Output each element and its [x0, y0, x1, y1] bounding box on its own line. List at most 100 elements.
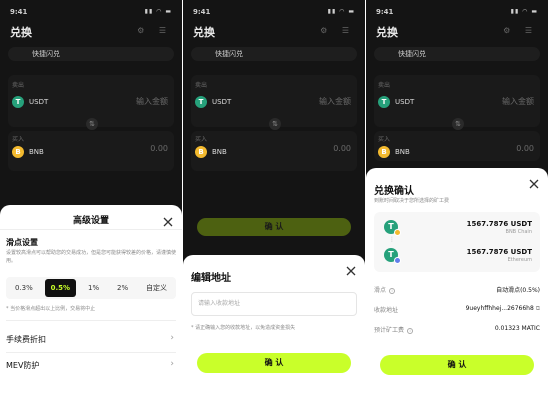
screen-advanced-settings: 9:41 ▮▮ ◠ ▬ 兑换 ⚙ ☰ 快捷闪兑 卖出 T USDT 输入金额 ⇅ … [0, 0, 182, 399]
sell-amount-input[interactable]: 输入金额 [502, 96, 534, 107]
header-icons: ⚙ ☰ [137, 26, 172, 35]
background-confirm-button[interactable]: 确 认 [197, 218, 351, 236]
row-value: 自动滑点(0.5%) [496, 287, 540, 294]
tab-label: 快捷闪兑 [215, 50, 243, 58]
confirm-button[interactable]: 确 认 [197, 353, 351, 373]
advanced-settings-sheet: 高级设置 滑点设置 设置较高滑点可以帮助您的交易成功，但是您可能获得较差的价格，… [0, 205, 182, 399]
sell-amount-input[interactable]: 输入金额 [136, 96, 168, 107]
arrow-down-icon: ⋮ [389, 236, 395, 243]
menu-label: MEV防护 [6, 361, 40, 370]
usdt-icon: T [195, 96, 207, 108]
screen-edit-address: 9:41 ▮▮ ◠ ▬ 兑换 ⚙ ☰ 快捷闪兑 卖出 T USDT 输入金额 ⇅ … [183, 0, 365, 399]
slippage-option-custom[interactable]: 自定义 [140, 279, 173, 297]
slippage-option-0-3[interactable]: 0.3% [9, 279, 39, 297]
buy-token-symbol: BNB [29, 148, 44, 156]
slippage-option-2[interactable]: 2% [111, 279, 134, 297]
row-value: 0.01323 MATIC [494, 325, 540, 332]
menu-mev-protection[interactable]: MEV防护 › [6, 357, 176, 373]
sell-token[interactable]: T USDT [12, 96, 48, 108]
address-input[interactable]: 请输入收款地址 [191, 292, 357, 316]
sell-label: 卖出 [195, 82, 208, 89]
row-key: 预计矿工费 [374, 327, 405, 334]
address-note: * 请正确输入您的收款地址，以免造成资金损失 [191, 325, 296, 331]
sell-amount-input[interactable]: 输入金额 [319, 96, 351, 107]
divider [0, 229, 182, 230]
divider [6, 320, 176, 321]
row-key: 收款地址 [374, 307, 399, 314]
slippage-title: 滑点设置 [6, 238, 38, 247]
header-icons: ⚙ ☰ [503, 26, 538, 35]
chevron-right-icon: › [170, 359, 174, 369]
to-amount-block: 1567.7876 USDT Ethereum [467, 248, 532, 263]
buy-token[interactable]: B BNB [12, 146, 44, 158]
status-icons: ▮▮ ◠ ▬ [144, 8, 172, 15]
sheet-title: 兑换确认 [374, 186, 414, 197]
sheet-title: 编辑地址 [191, 273, 231, 284]
info-icon[interactable]: i [389, 287, 396, 294]
from-amount-block: 1567.7876 USDT BNB Chain [467, 220, 532, 235]
buy-token-symbol: BNB [395, 148, 410, 156]
usdt-icon: T [12, 96, 24, 108]
row-miner-fee: 预计矿工费 i 0.01323 MATIC [374, 325, 540, 335]
close-icon[interactable] [162, 213, 174, 227]
status-time: 9:41 [193, 8, 211, 16]
bnb-icon: B [378, 146, 390, 158]
buy-token-symbol: BNB [212, 148, 227, 156]
status-bar: 9:41 ▮▮ ◠ ▬ [193, 8, 355, 18]
from-chain: BNB Chain [505, 229, 532, 235]
menu-fee-discount[interactable]: 手续费折扣 › [6, 331, 176, 347]
menu-label: 手续费折扣 [6, 335, 46, 344]
tab-label: 快捷闪兑 [32, 50, 60, 58]
buy-label: 买入 [12, 136, 25, 143]
page-title: 兑换 [376, 26, 398, 39]
sell-token-symbol: USDT [212, 98, 232, 106]
close-icon[interactable] [528, 175, 540, 189]
divider [6, 352, 176, 353]
usdt-icon: T [384, 248, 401, 264]
slippage-options: 0.3% 0.5% 1% 2% 自定义 [6, 277, 176, 299]
info-icon[interactable]: i [407, 327, 414, 334]
swap-confirm-sheet: 兑换确认 到账时间取决于您所选择的矿工费 T 1567.7876 USDT BN… [366, 168, 548, 399]
status-icons: ▮▮ ◠ ▬ [510, 8, 538, 15]
row-receive-address: 收款地址 9ueyhffhhej...26766h8 ⧉ [374, 305, 540, 315]
close-icon[interactable] [345, 262, 357, 276]
status-time: 9:41 [376, 8, 394, 16]
sell-token[interactable]: T USDT [378, 96, 414, 108]
to-amount: 1567.7876 USDT [466, 248, 532, 256]
sell-token[interactable]: T USDT [195, 96, 231, 108]
chevron-right-icon: › [170, 333, 174, 343]
status-time: 9:41 [10, 8, 28, 16]
row-value: 9ueyhffhhej...26766h8 [465, 305, 534, 312]
sell-label: 卖出 [12, 82, 25, 89]
sell-token-symbol: USDT [29, 98, 49, 106]
slippage-description: 设置较高滑点可以帮助您的交易成功，但是您可能获得较差的价格，请谨慎使用。 [6, 250, 177, 264]
page-title: 兑换 [10, 26, 32, 39]
swap-direction-icon[interactable]: ⇅ [452, 118, 464, 130]
buy-label: 买入 [378, 136, 391, 143]
sheet-subtitle: 到账时间取决于您所选择的矿工费 [374, 198, 450, 204]
status-bar: 9:41 ▮▮ ◠ ▬ [376, 8, 538, 18]
buy-token[interactable]: B BNB [378, 146, 410, 158]
swap-direction-icon[interactable]: ⇅ [86, 118, 98, 130]
page-title: 兑换 [193, 26, 215, 39]
swap-summary: T 1567.7876 USDT BNB Chain ⋮ T 1567.7876… [374, 212, 540, 272]
buy-amount: 0.00 [333, 144, 351, 153]
tab-quick-swap[interactable]: 快捷闪兑 [374, 47, 540, 61]
usdt-icon: T [378, 96, 390, 108]
bnb-icon: B [195, 146, 207, 158]
copy-icon[interactable]: ⧉ [536, 305, 540, 312]
tab-quick-swap[interactable]: 快捷闪兑 [191, 47, 357, 61]
slippage-option-1[interactable]: 1% [82, 279, 105, 297]
ethereum-badge-icon [394, 257, 401, 264]
slippage-option-0-5[interactable]: 0.5% [44, 279, 77, 297]
row-key: 滑点 [374, 287, 387, 294]
screen-swap-confirm: 9:41 ▮▮ ◠ ▬ 兑换 ⚙ ☰ 快捷闪兑 卖出 T USDT 输入金额 ⇅ … [366, 0, 548, 399]
tab-quick-swap[interactable]: 快捷闪兑 [8, 47, 174, 61]
buy-token[interactable]: B BNB [195, 146, 227, 158]
buy-label: 买入 [195, 136, 208, 143]
buy-amount: 0.00 [516, 144, 534, 153]
status-bar: 9:41 ▮▮ ◠ ▬ [10, 8, 172, 18]
confirm-button[interactable]: 确 认 [380, 355, 534, 375]
edit-address-sheet: 编辑地址 请输入收款地址 * 请正确输入您的收款地址，以免造成资金损失 确 认 [183, 255, 365, 399]
swap-direction-icon[interactable]: ⇅ [269, 118, 281, 130]
